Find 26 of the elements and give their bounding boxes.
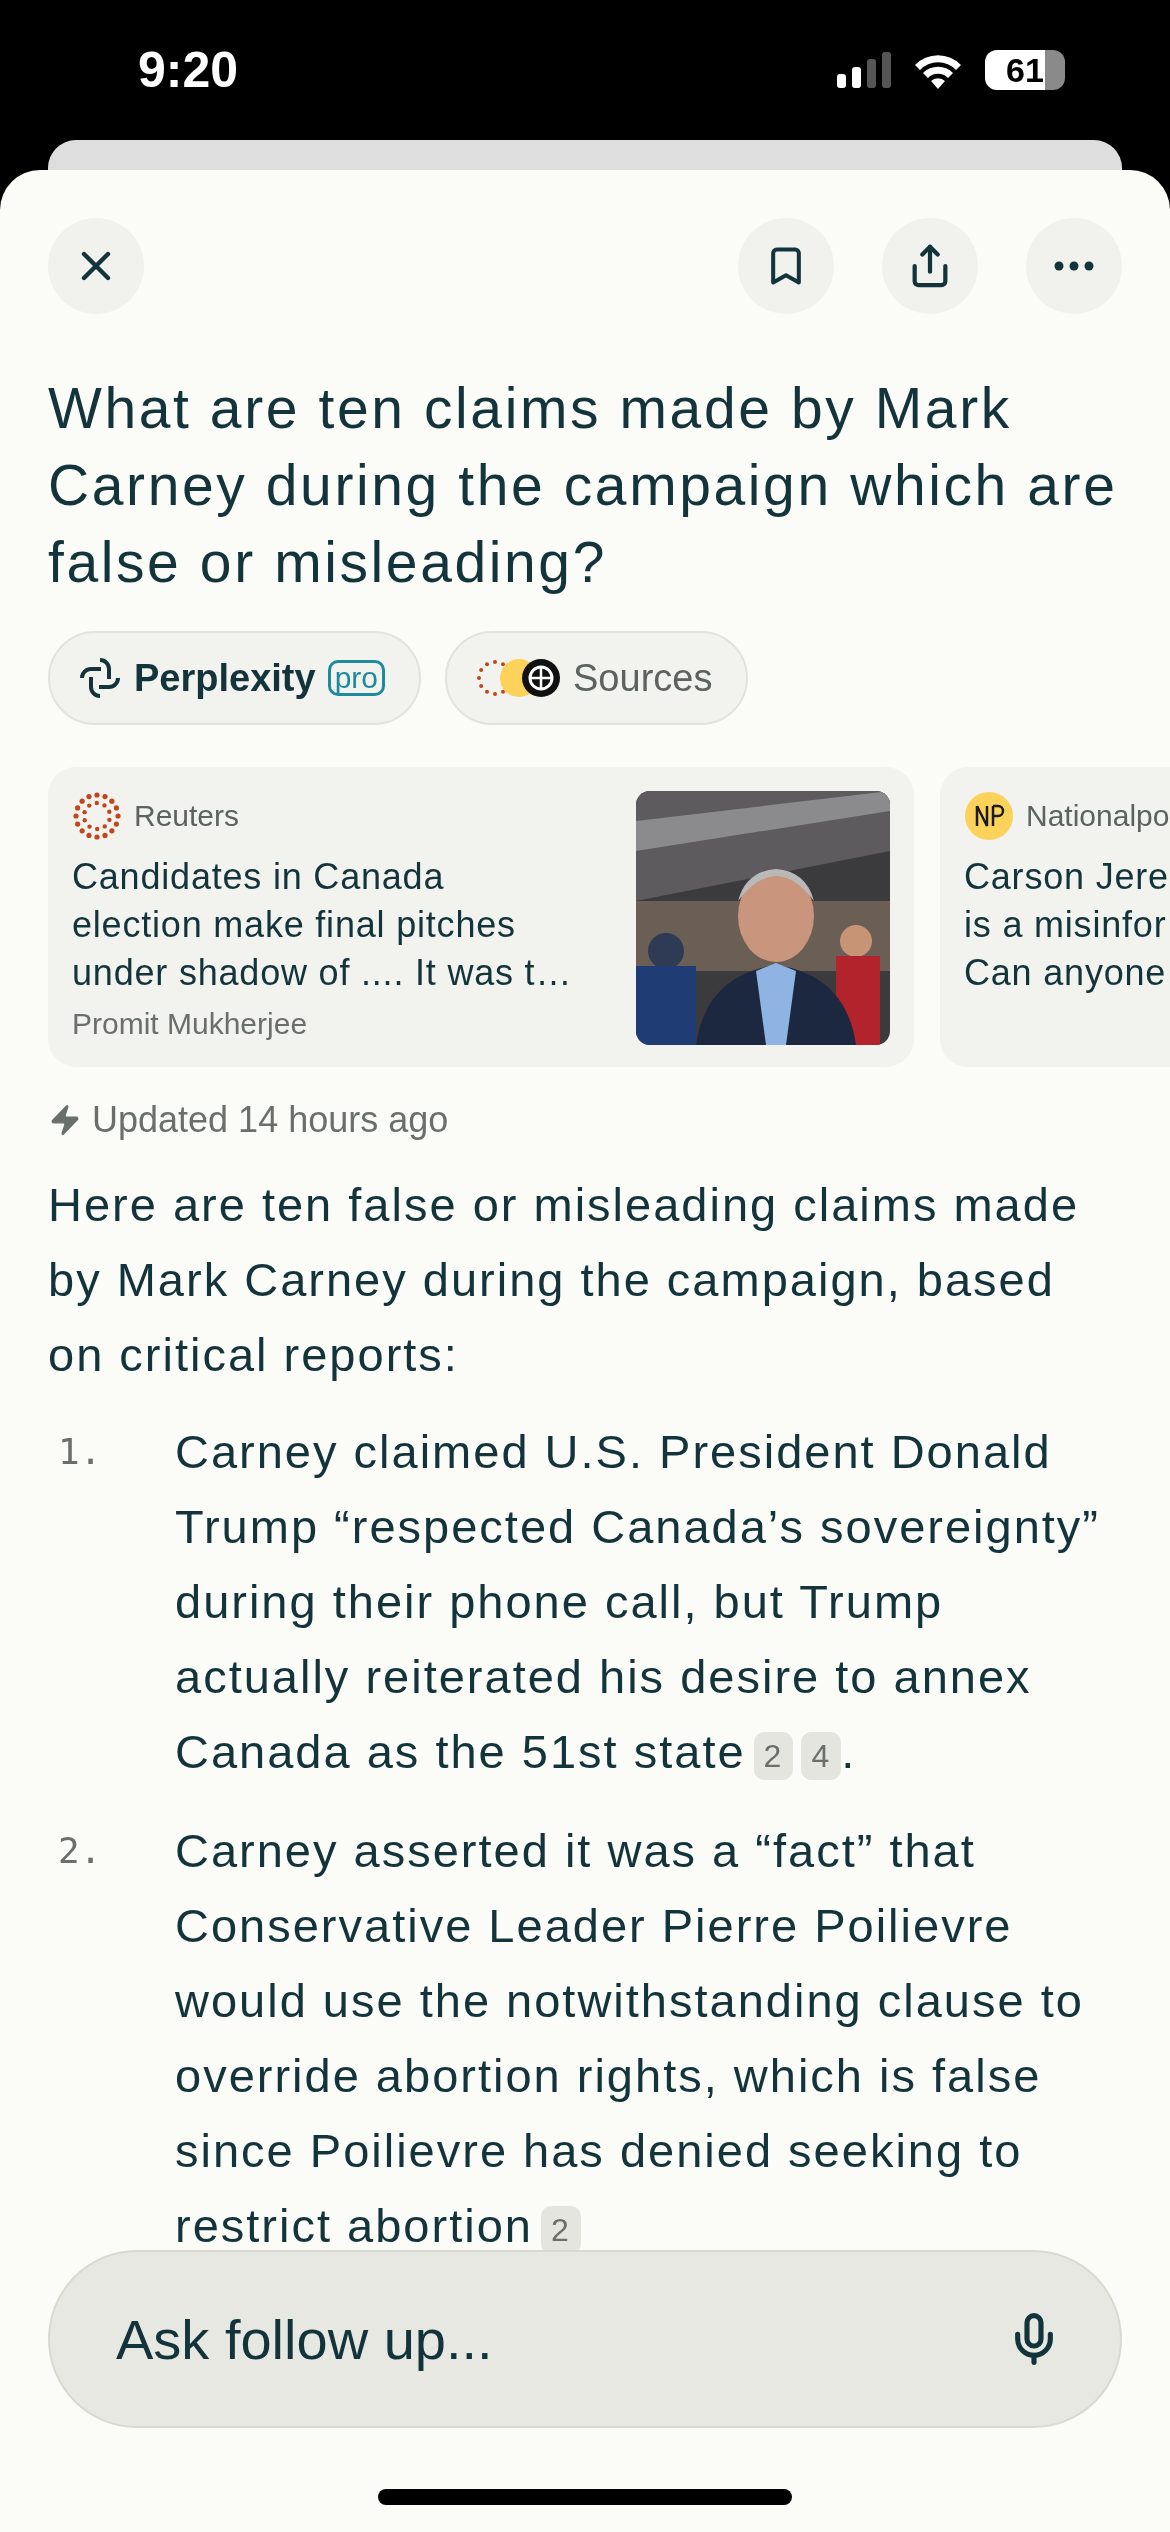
list-number: 2.	[57, 1829, 103, 1873]
article-title: Candidates in Canada election make final pitches under shadow of .... It was t…	[72, 855, 574, 995]
battery-indicator: 61	[985, 50, 1065, 90]
more-icon	[1054, 261, 1094, 271]
signal-icon	[837, 52, 891, 88]
source-card[interactable]: Nationalpo Carson Jere is a misinfor Can anyone	[940, 767, 1170, 1067]
article-title: Carson Jere is a misinfor Can anyone	[964, 855, 1170, 995]
source-logos-icon	[475, 658, 561, 698]
list-number: 1.	[57, 1430, 103, 1474]
question-title: What are ten claims made by Mark Carney during the campaign which are false or misleading?	[48, 375, 1119, 596]
source-name: Reuters	[134, 799, 240, 833]
source-logo-icon	[964, 791, 1014, 841]
answer-intro: Here are ten false or misleading claims made by Mark Carney during the campaign, based on critical reports:	[48, 1177, 1081, 1383]
list-item-text: Carney claimed U.S. President Donald Trump “respected Canada’s sovereignty” during their phone call, but Trump actually reiterated his desire to annex Canada as the 51st state 2 4 .	[175, 1424, 1101, 1782]
dotted-circle-icon	[72, 791, 122, 841]
follow-up-field[interactable]: Ask follow up...	[48, 2250, 1122, 2428]
article-author: Promit Mukherjee	[72, 1007, 309, 1041]
knot-logo-icon	[78, 656, 122, 700]
source-card[interactable]: Reuters Candidates in Canada election make final pitches under shadow of .... It was t… Promit Mukherjee	[48, 767, 914, 1067]
citation-link[interactable]: 2	[753, 1731, 794, 1780]
status-time: 9:20	[138, 41, 239, 99]
citation-link[interactable]: 4	[801, 1731, 842, 1780]
sources-chip[interactable]: Sources	[445, 631, 749, 725]
model-chip[interactable]: Perplexity pro	[48, 631, 421, 725]
updated-time: Updated 14 hours ago	[92, 1099, 449, 1141]
source-name: Nationalpo	[1026, 799, 1170, 833]
